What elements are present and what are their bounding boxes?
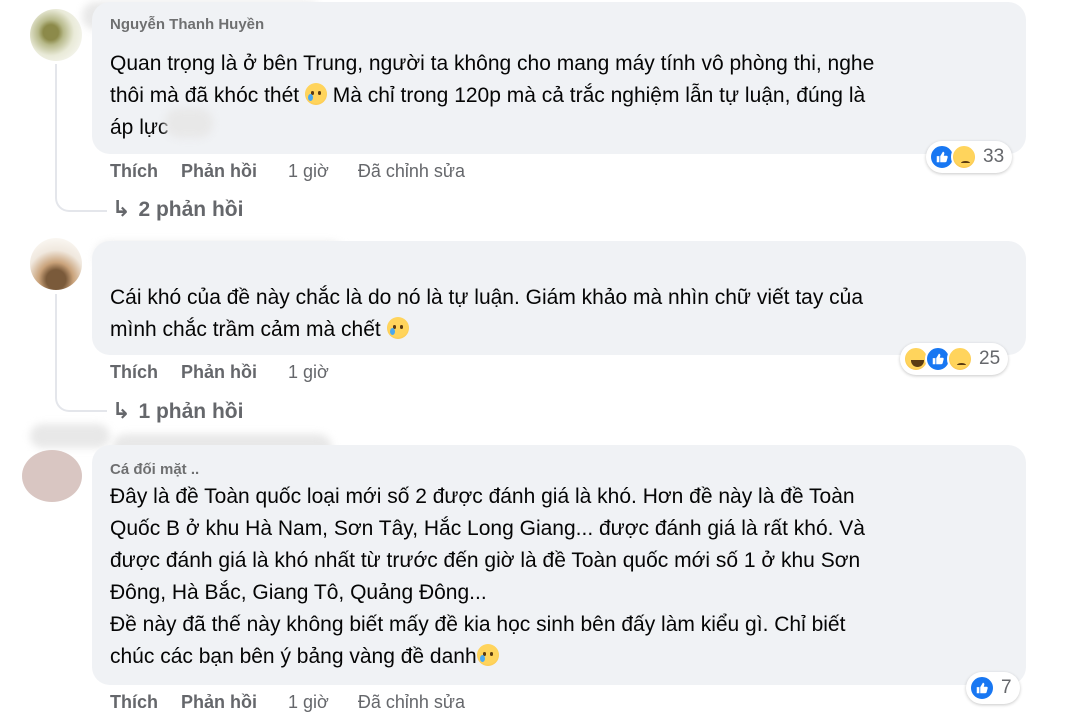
reply-arrow-icon: ↳ <box>112 398 131 423</box>
comment-author[interactable]: Cá đối mặt .. <box>110 461 199 478</box>
avatar[interactable] <box>22 450 82 502</box>
crying-emoji-icon <box>386 317 409 339</box>
avatar[interactable] <box>30 9 82 61</box>
comment-thread: Nguyễn Thanh Huyền Quan trọng là ở bên T… <box>0 0 1090 720</box>
reaction-count: 7 <box>1001 677 1012 698</box>
comment-author[interactable]: Nguyễn Thanh Huyền <box>110 16 264 33</box>
reply-button[interactable]: Phản hồi <box>181 362 257 382</box>
timestamp[interactable]: 1 giờ <box>288 161 329 181</box>
sad-icon <box>947 346 973 372</box>
comment-actions: Thích Phản hồi 1 giờ Đã chỉnh sửa <box>110 161 489 182</box>
reaction-count: 25 <box>979 348 1001 369</box>
comment-text-part: Đây là đề Toàn quốc loại mới số 2 được đ… <box>110 485 865 668</box>
reply-arrow-icon: ↳ <box>112 196 131 221</box>
crying-emoji-icon <box>304 83 327 105</box>
like-button[interactable]: Thích <box>110 161 158 181</box>
avatar[interactable] <box>30 238 82 290</box>
view-replies-button[interactable]: ↳ 1 phản hồi <box>112 398 243 424</box>
comment-text: Quan trọng là ở bên Trung, người ta khôn… <box>110 48 1020 144</box>
comment-bubble: Cái khó của đề này chắc là do nó là tự l… <box>92 241 1026 355</box>
comment-actions: Thích Phản hồi 1 giờ Đã chỉnh sửa <box>110 692 489 713</box>
view-replies-button[interactable]: ↳ 2 phản hồi <box>112 196 243 222</box>
replies-label: 2 phản hồi <box>138 198 244 221</box>
crying-emoji-icon <box>476 644 499 666</box>
reaction-summary[interactable]: 25 <box>900 343 1009 375</box>
like-icon <box>969 675 995 701</box>
reaction-summary[interactable]: 7 <box>966 672 1020 704</box>
comment-bubble: Nguyễn Thanh Huyền Quan trọng là ở bên T… <box>92 2 1026 154</box>
like-button[interactable]: Thích <box>110 692 158 712</box>
comment-text: Cái khó của đề này chắc là do nó là tự l… <box>110 282 1020 346</box>
comment-text-part: Cái khó của đề này chắc là do nó là tự l… <box>110 286 864 341</box>
comment-actions: Thích Phản hồi 1 giờ <box>110 362 353 383</box>
timestamp[interactable]: 1 giờ <box>288 692 329 712</box>
reaction-count: 33 <box>983 146 1005 167</box>
replies-label: 1 phản hồi <box>138 400 244 423</box>
like-button[interactable]: Thích <box>110 362 158 382</box>
sad-icon <box>951 144 977 170</box>
comment-bubble: Cá đối mặt .. Đây là đề Toàn quốc loại m… <box>92 445 1026 685</box>
reply-button[interactable]: Phản hồi <box>181 161 257 181</box>
edited-label[interactable]: Đã chỉnh sửa <box>358 692 465 712</box>
blurred-avatar-overlay <box>30 424 110 448</box>
reaction-summary[interactable]: 33 <box>926 141 1013 173</box>
reply-button[interactable]: Phản hồi <box>181 692 257 712</box>
timestamp[interactable]: 1 giờ <box>288 362 329 382</box>
edited-label[interactable]: Đã chỉnh sửa <box>358 161 465 181</box>
blurred-overlay <box>165 108 213 138</box>
comment-text: Đây là đề Toàn quốc loại mới số 2 được đ… <box>110 481 1020 673</box>
